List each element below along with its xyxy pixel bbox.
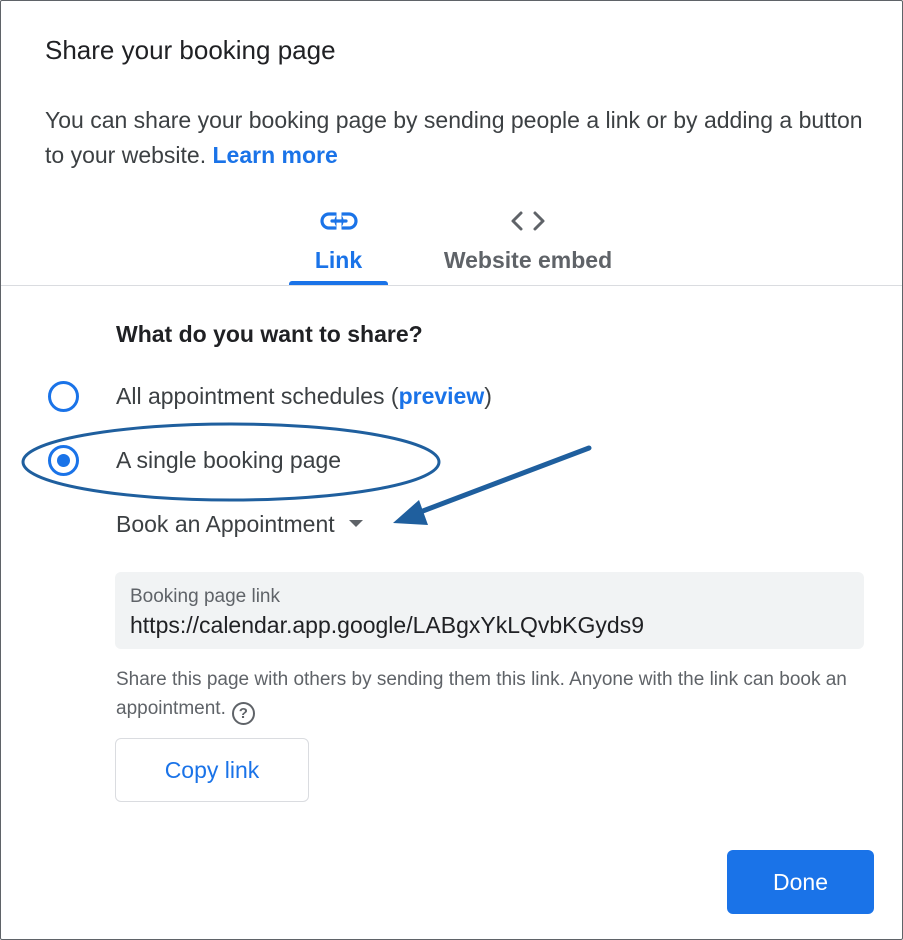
share-question: What do you want to share? [116,321,423,347]
radio-all-schedules[interactable] [48,381,79,412]
tab-website-embed-label: Website embed [443,247,613,273]
share-dialog: Share your booking page You can share yo… [0,0,903,940]
option-all-schedules-label: All appointment schedules (preview) [116,383,492,410]
booking-page-link-value[interactable]: https://calendar.app.google/LABgxYkLQvbK… [130,612,644,639]
preview-link[interactable]: preview [399,383,485,409]
tab-link[interactable]: Link [289,201,388,285]
tab-selected-indicator [289,281,388,285]
copy-link-button[interactable]: Copy link [115,738,309,802]
booking-page-dropdown[interactable]: Book an Appointment [116,511,363,545]
share-help-text: Share this page with others by sending t… [116,665,866,725]
booking-page-link-field[interactable]: Booking page link https://calendar.app.g… [115,572,864,649]
tab-link-label: Link [314,247,363,273]
option-label-prefix: All appointment schedules ( [116,383,399,409]
link-icon [319,212,358,230]
code-icon [511,211,545,231]
radio-single-booking-page[interactable] [48,445,79,476]
done-button[interactable]: Done [727,850,874,914]
learn-more-link[interactable]: Learn more [212,142,337,168]
dialog-description: You can share your booking page by sendi… [45,103,865,173]
dialog-title: Share your booking page [45,35,336,65]
caret-down-icon [348,520,363,528]
share-tabs: Link Website embed [1,201,902,286]
tab-website-embed[interactable]: Website embed [431,201,625,285]
booking-page-link-label: Booking page link [130,586,280,607]
annotation-arrow [393,445,592,525]
help-icon[interactable]: ? [231,702,255,725]
option-label-suffix: ) [484,383,492,409]
dropdown-value: Book an Appointment [116,511,335,537]
description-text: You can share your booking page by sendi… [45,107,863,168]
help-text-content: Share this page with others by sending t… [116,669,847,719]
radio-selected-dot [57,454,70,467]
option-single-booking-page-label: A single booking page [116,447,342,473]
